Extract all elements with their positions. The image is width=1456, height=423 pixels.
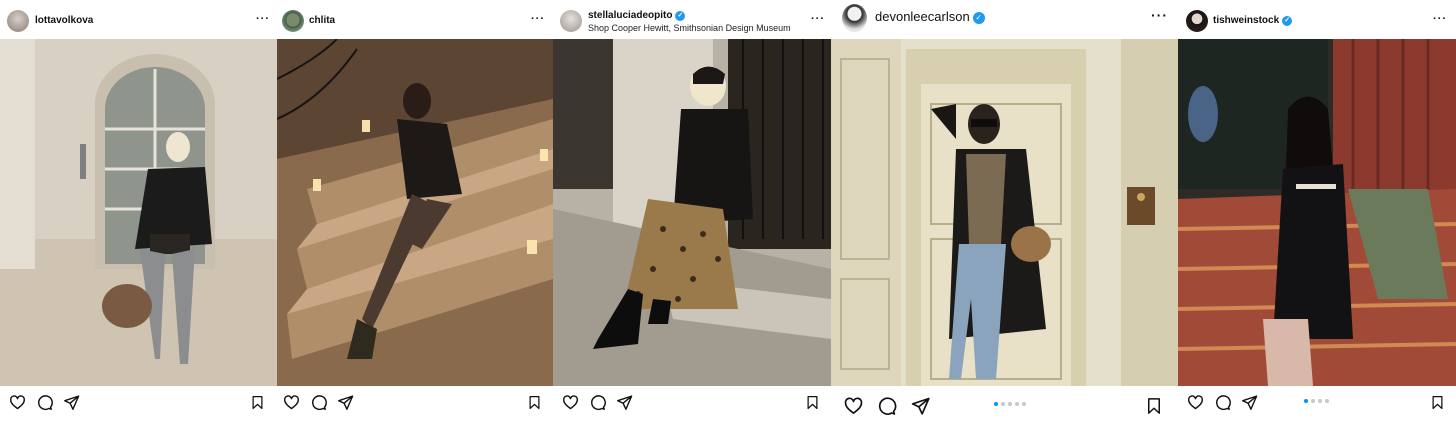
share-icon[interactable]: [337, 394, 354, 411]
post-photo[interactable]: [553, 39, 831, 386]
post-header: lottavolkova ···: [0, 0, 277, 38]
verified-badge-icon: ✓: [675, 11, 686, 21]
carousel-dot: [1318, 399, 1322, 403]
comment-icon[interactable]: [310, 394, 327, 411]
comment-icon[interactable]: [36, 394, 53, 411]
username[interactable]: lottavolkova: [35, 15, 93, 26]
carousel-dot: [1022, 402, 1026, 406]
carousel-dot: [1311, 399, 1315, 403]
post-card-4: devonleecarlson ✓ ···: [831, 0, 1178, 423]
bookmark-icon[interactable]: [1145, 396, 1163, 416]
username[interactable]: stellaluciadeopito ✓: [588, 10, 686, 21]
username-text[interactable]: devonleecarlson: [875, 9, 970, 24]
username[interactable]: devonleecarlson ✓: [875, 9, 985, 24]
comment-icon[interactable]: [589, 394, 606, 411]
post-photo[interactable]: [1178, 39, 1456, 386]
post-header: chlita ···: [277, 0, 553, 38]
post-header: stellaluciadeopito ✓ Shop Cooper Hewitt, …: [553, 0, 831, 38]
carousel-indicator: [1304, 399, 1329, 403]
carousel-dot: [1008, 402, 1012, 406]
heart-icon[interactable]: [562, 394, 579, 411]
share-icon[interactable]: [910, 396, 931, 416]
post-header: devonleecarlson ✓ ···: [831, 0, 1178, 38]
more-options-icon[interactable]: ···: [256, 13, 270, 25]
carousel-dot: [1304, 399, 1308, 403]
carousel-dot: [994, 402, 998, 406]
bookmark-icon[interactable]: [805, 394, 820, 411]
post-card-1: lottavolkova ···: [0, 0, 277, 423]
post-card-2: chlita ···: [277, 0, 553, 423]
username[interactable]: tishweinstock ✓: [1213, 15, 1293, 26]
heart-icon[interactable]: [1187, 394, 1204, 411]
more-options-icon[interactable]: ···: [531, 13, 545, 25]
post-photo[interactable]: [831, 39, 1178, 386]
share-icon[interactable]: [1241, 394, 1258, 411]
comment-icon[interactable]: [1214, 394, 1231, 411]
avatar[interactable]: [842, 4, 867, 32]
carousel-indicator: [994, 402, 1026, 406]
bookmark-icon[interactable]: [250, 394, 265, 411]
username-text[interactable]: tishweinstock: [1213, 15, 1279, 26]
share-icon[interactable]: [616, 394, 633, 411]
post-card-5: tishweinstock ✓ ···: [1178, 0, 1456, 423]
post-header: tishweinstock ✓ ···: [1178, 0, 1456, 38]
post-photo[interactable]: [0, 39, 277, 386]
avatar[interactable]: [560, 10, 582, 32]
bookmark-icon[interactable]: [1430, 394, 1445, 411]
post-card-3: stellaluciadeopito ✓ Shop Cooper Hewitt, …: [553, 0, 831, 423]
location-link[interactable]: Shop Cooper Hewitt, Smithsonian Design M…: [588, 23, 791, 33]
carousel-dot: [1325, 399, 1329, 403]
username-text[interactable]: stellaluciadeopito: [588, 10, 672, 21]
verified-badge-icon: ✓: [1282, 16, 1293, 26]
avatar[interactable]: [1186, 10, 1208, 32]
heart-icon[interactable]: [843, 396, 864, 416]
more-options-icon[interactable]: ···: [1433, 13, 1447, 25]
verified-badge-icon: ✓: [972, 12, 985, 24]
share-icon[interactable]: [63, 394, 80, 411]
avatar[interactable]: [282, 10, 304, 32]
heart-icon[interactable]: [283, 394, 300, 411]
carousel-dot: [1001, 402, 1005, 406]
carousel-dot: [1015, 402, 1019, 406]
heart-icon[interactable]: [9, 394, 26, 411]
more-options-icon[interactable]: ···: [811, 13, 825, 25]
bookmark-icon[interactable]: [527, 394, 542, 411]
more-options-icon[interactable]: ···: [1151, 7, 1168, 23]
avatar[interactable]: [7, 10, 29, 32]
post-photo[interactable]: [277, 39, 553, 386]
username[interactable]: chlita: [309, 15, 335, 26]
comment-icon[interactable]: [876, 396, 897, 416]
